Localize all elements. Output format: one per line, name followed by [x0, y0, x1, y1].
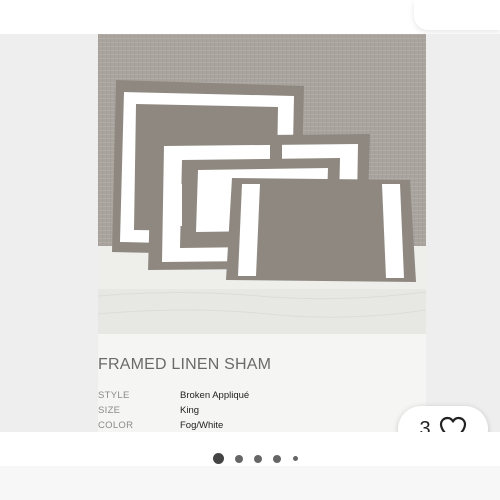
image-stage[interactable]: FRAMED LINEN SHAM STYLE Broken Appliqué … — [0, 34, 500, 432]
product-image-card: FRAMED LINEN SHAM STYLE Broken Appliqué … — [98, 34, 426, 432]
spec-value: Fog/White — [180, 420, 224, 431]
spec-label: STYLE — [98, 390, 130, 401]
spec-label: COLOR — [98, 420, 134, 431]
spec-row-size: SIZE King — [98, 405, 426, 419]
carousel-dot[interactable] — [235, 455, 243, 463]
carousel-dot[interactable] — [273, 455, 281, 463]
carousel-dot[interactable] — [254, 455, 262, 463]
top-right-pill — [414, 0, 500, 30]
top-bar — [0, 0, 500, 34]
spec-row-color: COLOR Fog/White — [98, 420, 426, 432]
carousel-pagination — [0, 432, 500, 466]
spec-label: SIZE — [98, 405, 121, 416]
spec-row-style: STYLE Broken Appliqué — [98, 390, 426, 404]
carousel-dot-active[interactable] — [213, 453, 224, 464]
product-title: FRAMED LINEN SHAM — [98, 356, 272, 373]
spec-value: Broken Appliqué — [180, 390, 250, 401]
front-pillow — [226, 178, 416, 282]
spec-value: King — [180, 405, 200, 416]
bottom-band — [0, 466, 500, 500]
pillow-photo — [98, 34, 426, 334]
carousel-dot-small[interactable] — [293, 456, 298, 461]
